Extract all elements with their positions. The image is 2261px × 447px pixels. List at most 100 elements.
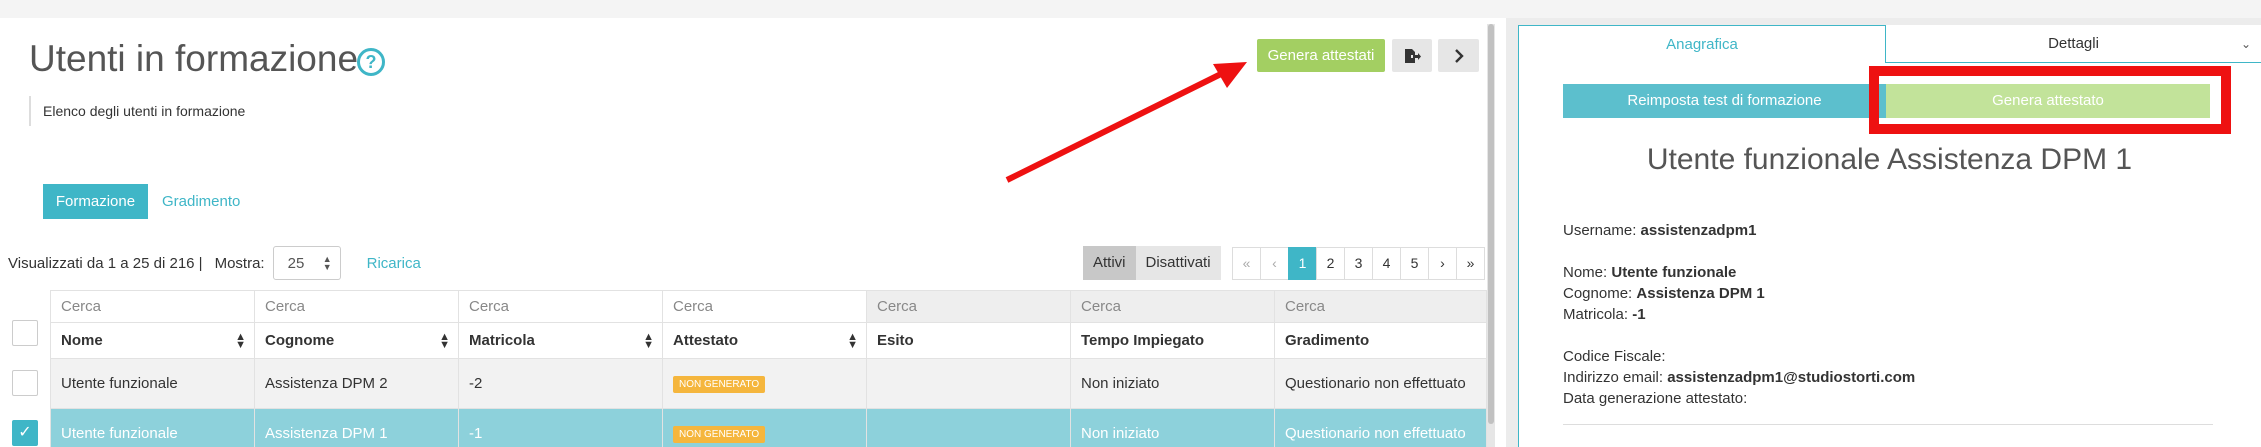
vertical-scrollbar[interactable] xyxy=(1487,24,1495,447)
nome-label: Nome: xyxy=(1563,264,1608,281)
filter-attivi[interactable]: Attivi xyxy=(1083,246,1136,280)
top-strip xyxy=(0,0,2261,18)
help-icon[interactable]: ? xyxy=(357,48,385,76)
sort-icon: ▲ ▼ xyxy=(235,331,246,351)
page-size-value: 25 xyxy=(287,254,305,272)
cf-line: Codice Fiscale: xyxy=(1563,348,1666,365)
col-nome[interactable]: Nome ▲ ▼ xyxy=(50,322,255,359)
page-subtitle: Elenco degli utenti in formazione xyxy=(43,103,246,119)
divider xyxy=(1563,424,2213,425)
chevron-right-icon xyxy=(1454,48,1464,63)
tab-anagrafica[interactable]: Anagrafica xyxy=(1518,25,1886,63)
username-label: Username: xyxy=(1563,222,1637,239)
annotation-highlight-box xyxy=(1869,66,2231,134)
status-filter: Attivi Disattivati xyxy=(1083,246,1221,280)
col-tempo: Tempo Impiegato xyxy=(1070,322,1275,359)
col-cognome-label: Cognome xyxy=(265,332,335,349)
cell-gradimento: Questionario non effettuato xyxy=(1274,358,1487,409)
cf-label: Codice Fiscale: xyxy=(1563,348,1666,365)
page-2[interactable]: 2 xyxy=(1316,247,1345,280)
page-4[interactable]: 4 xyxy=(1372,247,1401,280)
cognome-value: Assistenza DPM 1 xyxy=(1636,285,1765,302)
col-gradimento: Gradimento xyxy=(1274,322,1487,359)
search-row: Cerca Cerca Cerca Cerca Cerca Cerca Cerc… xyxy=(50,290,1487,323)
sort-icon: ▲ ▼ xyxy=(847,331,858,351)
ricarica-link[interactable]: Ricarica xyxy=(367,255,421,272)
pagination: « ‹ 1 2 3 4 5 › » xyxy=(1232,247,1485,280)
username-line: Username: assistenzadpm1 xyxy=(1563,222,1756,239)
status-badge: NON GENERATO xyxy=(673,376,766,393)
tab-dettagli[interactable]: Dettagli ⌄ xyxy=(1886,25,2261,63)
cell-esito xyxy=(866,408,1071,447)
cell-tempo: Non iniziato xyxy=(1070,408,1275,447)
cell-nome: Utente funzionale xyxy=(50,408,255,447)
table-row[interactable]: Utente funzionale Assistenza DPM 2 -2 NO… xyxy=(50,358,1487,409)
reimposta-test-button[interactable]: Reimposta test di formazione xyxy=(1563,84,1886,118)
nome-value: Utente funzionale xyxy=(1611,264,1737,281)
page-5[interactable]: 5 xyxy=(1400,247,1429,280)
matricola-line: Matricola: -1 xyxy=(1563,306,1646,323)
chevron-down-icon: ⌄ xyxy=(2240,37,2251,51)
page-3[interactable]: 3 xyxy=(1344,247,1373,280)
row-checkbox[interactable] xyxy=(12,370,38,396)
data-generazione-label: Data generazione attestato: xyxy=(1563,390,1748,407)
file-export-icon xyxy=(1405,48,1421,63)
page-last[interactable]: » xyxy=(1456,247,1485,280)
cell-nome: Utente funzionale xyxy=(50,358,255,409)
col-cognome[interactable]: Cognome ▲ ▼ xyxy=(254,322,459,359)
col-matricola-label: Matricola xyxy=(469,332,535,349)
search-attestato[interactable]: Cerca xyxy=(662,290,867,323)
cell-attestato: NON GENERATO xyxy=(662,358,867,409)
select-all-checkbox[interactable] xyxy=(12,320,38,346)
annotation-arrow xyxy=(1005,62,1247,183)
page-prev[interactable]: ‹ xyxy=(1260,247,1289,280)
header-row: Nome ▲ ▼ Cognome ▲ ▼ Matricola ▲ ▼ Attestato ▲ ▼… xyxy=(50,322,1487,359)
page-1[interactable]: 1 xyxy=(1288,247,1317,280)
cell-cognome: Assistenza DPM 1 xyxy=(254,408,459,447)
user-title: Utente funzionale Assistenza DPM 1 xyxy=(1646,143,2133,176)
col-matricola[interactable]: Matricola ▲ ▼ xyxy=(458,322,663,359)
tab-formazione[interactable]: Formazione xyxy=(43,184,148,219)
cell-cognome: Assistenza DPM 2 xyxy=(254,358,459,409)
filter-disattivati[interactable]: Disattivati xyxy=(1135,246,1221,280)
mostra-label: Mostra: xyxy=(214,254,265,272)
cell-attestato: NON GENERATO xyxy=(662,408,867,447)
col-attestato[interactable]: Attestato ▲ ▼ xyxy=(662,322,867,359)
cognome-label: Cognome: xyxy=(1563,285,1633,302)
search-tempo[interactable]: Cerca xyxy=(1070,290,1275,323)
cell-tempo: Non iniziato xyxy=(1070,358,1275,409)
search-nome[interactable]: Cerca xyxy=(50,290,255,323)
scrollbar-thumb[interactable] xyxy=(1488,24,1494,424)
nome-line: Nome: Utente funzionale xyxy=(1563,264,1736,281)
data-generazione-line: Data generazione attestato: xyxy=(1563,390,1747,407)
chevron-right-button[interactable] xyxy=(1438,39,1479,72)
email-line: Indirizzo email: assistenzadpm1@studiost… xyxy=(1563,369,1915,386)
sort-icon: ▲ ▼ xyxy=(439,331,450,351)
page-title: Utenti in formazione xyxy=(29,38,359,79)
row-checkbox-checked[interactable]: ✓ xyxy=(12,420,38,446)
cognome-line: Cognome: Assistenza DPM 1 xyxy=(1563,285,1765,302)
cell-matricola: -1 xyxy=(458,408,663,447)
genera-attestati-button[interactable]: Genera attestati xyxy=(1257,39,1385,72)
cell-matricola: -2 xyxy=(458,358,663,409)
page-next[interactable]: › xyxy=(1428,247,1457,280)
search-cognome[interactable]: Cerca xyxy=(254,290,459,323)
email-label: Indirizzo email: xyxy=(1563,369,1664,386)
username-value: assistenzadpm1 xyxy=(1640,222,1757,239)
cell-esito xyxy=(866,358,1071,409)
table-row-selected[interactable]: Utente funzionale Assistenza DPM 1 -1 NO… xyxy=(50,408,1487,447)
search-matricola[interactable]: Cerca xyxy=(458,290,663,323)
tab-gradimento[interactable]: Gradimento xyxy=(162,184,240,219)
page-first[interactable]: « xyxy=(1232,247,1261,280)
search-esito[interactable]: Cerca xyxy=(866,290,1071,323)
col-nome-label: Nome xyxy=(61,332,103,349)
matricola-label: Matricola: xyxy=(1563,306,1629,323)
search-gradimento[interactable]: Cerca xyxy=(1274,290,1487,323)
tab-dettagli-label: Dettagli xyxy=(2048,35,2099,52)
export-button[interactable] xyxy=(1392,39,1432,72)
page-size-select[interactable]: 25 ▲ ▼ xyxy=(272,246,341,280)
sort-icon: ▲ ▼ xyxy=(643,331,654,351)
col-esito: Esito xyxy=(866,322,1071,359)
cell-gradimento: Questionario non effettuato xyxy=(1274,408,1487,447)
listing-info-row: Visualizzati da 1 a 25 di 216 | Mostra: … xyxy=(8,246,421,280)
